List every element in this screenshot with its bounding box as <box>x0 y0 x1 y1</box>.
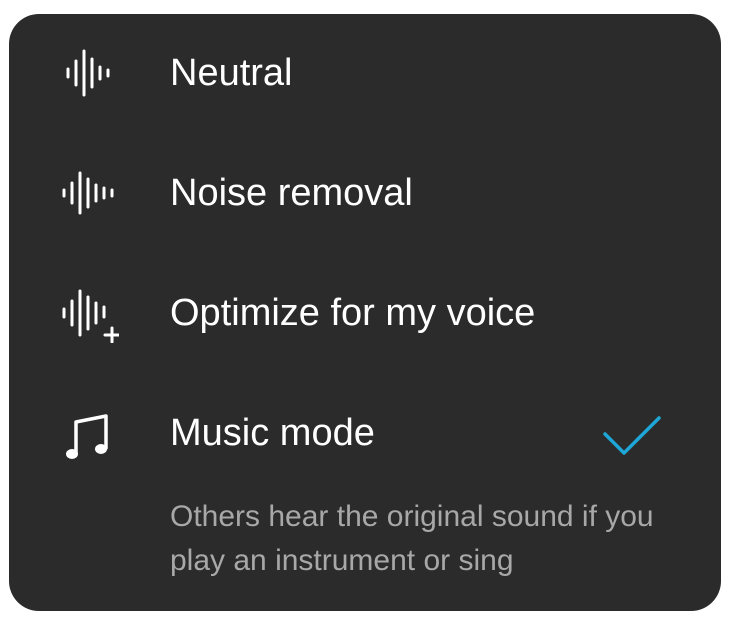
voice-optimize-waveform-icon <box>62 289 119 343</box>
menu-item-label: Noise removal <box>170 172 413 214</box>
menu-item-music-mode[interactable]: Music mode Others hear the original soun… <box>9 374 721 604</box>
menu-item-label: Optimize for my voice <box>170 292 536 334</box>
menu-item-optimize-voice[interactable]: Optimize for my voice <box>9 254 721 374</box>
audio-mode-menu: Neutral Noise removal Optimize for my vo… <box>9 14 721 611</box>
menu-item-label: Neutral <box>170 52 293 94</box>
neutral-waveform-icon <box>66 49 110 97</box>
music-note-icon <box>66 414 108 459</box>
menu-item-noise-removal[interactable]: Noise removal <box>9 134 721 254</box>
noise-removal-waveform-icon <box>62 171 114 215</box>
menu-item-neutral[interactable]: Neutral <box>9 14 721 134</box>
checkmark-icon <box>603 416 661 455</box>
menu-item-label: Music mode <box>170 412 375 454</box>
music-mode-description: Others hear the original sound if you pl… <box>170 500 654 577</box>
